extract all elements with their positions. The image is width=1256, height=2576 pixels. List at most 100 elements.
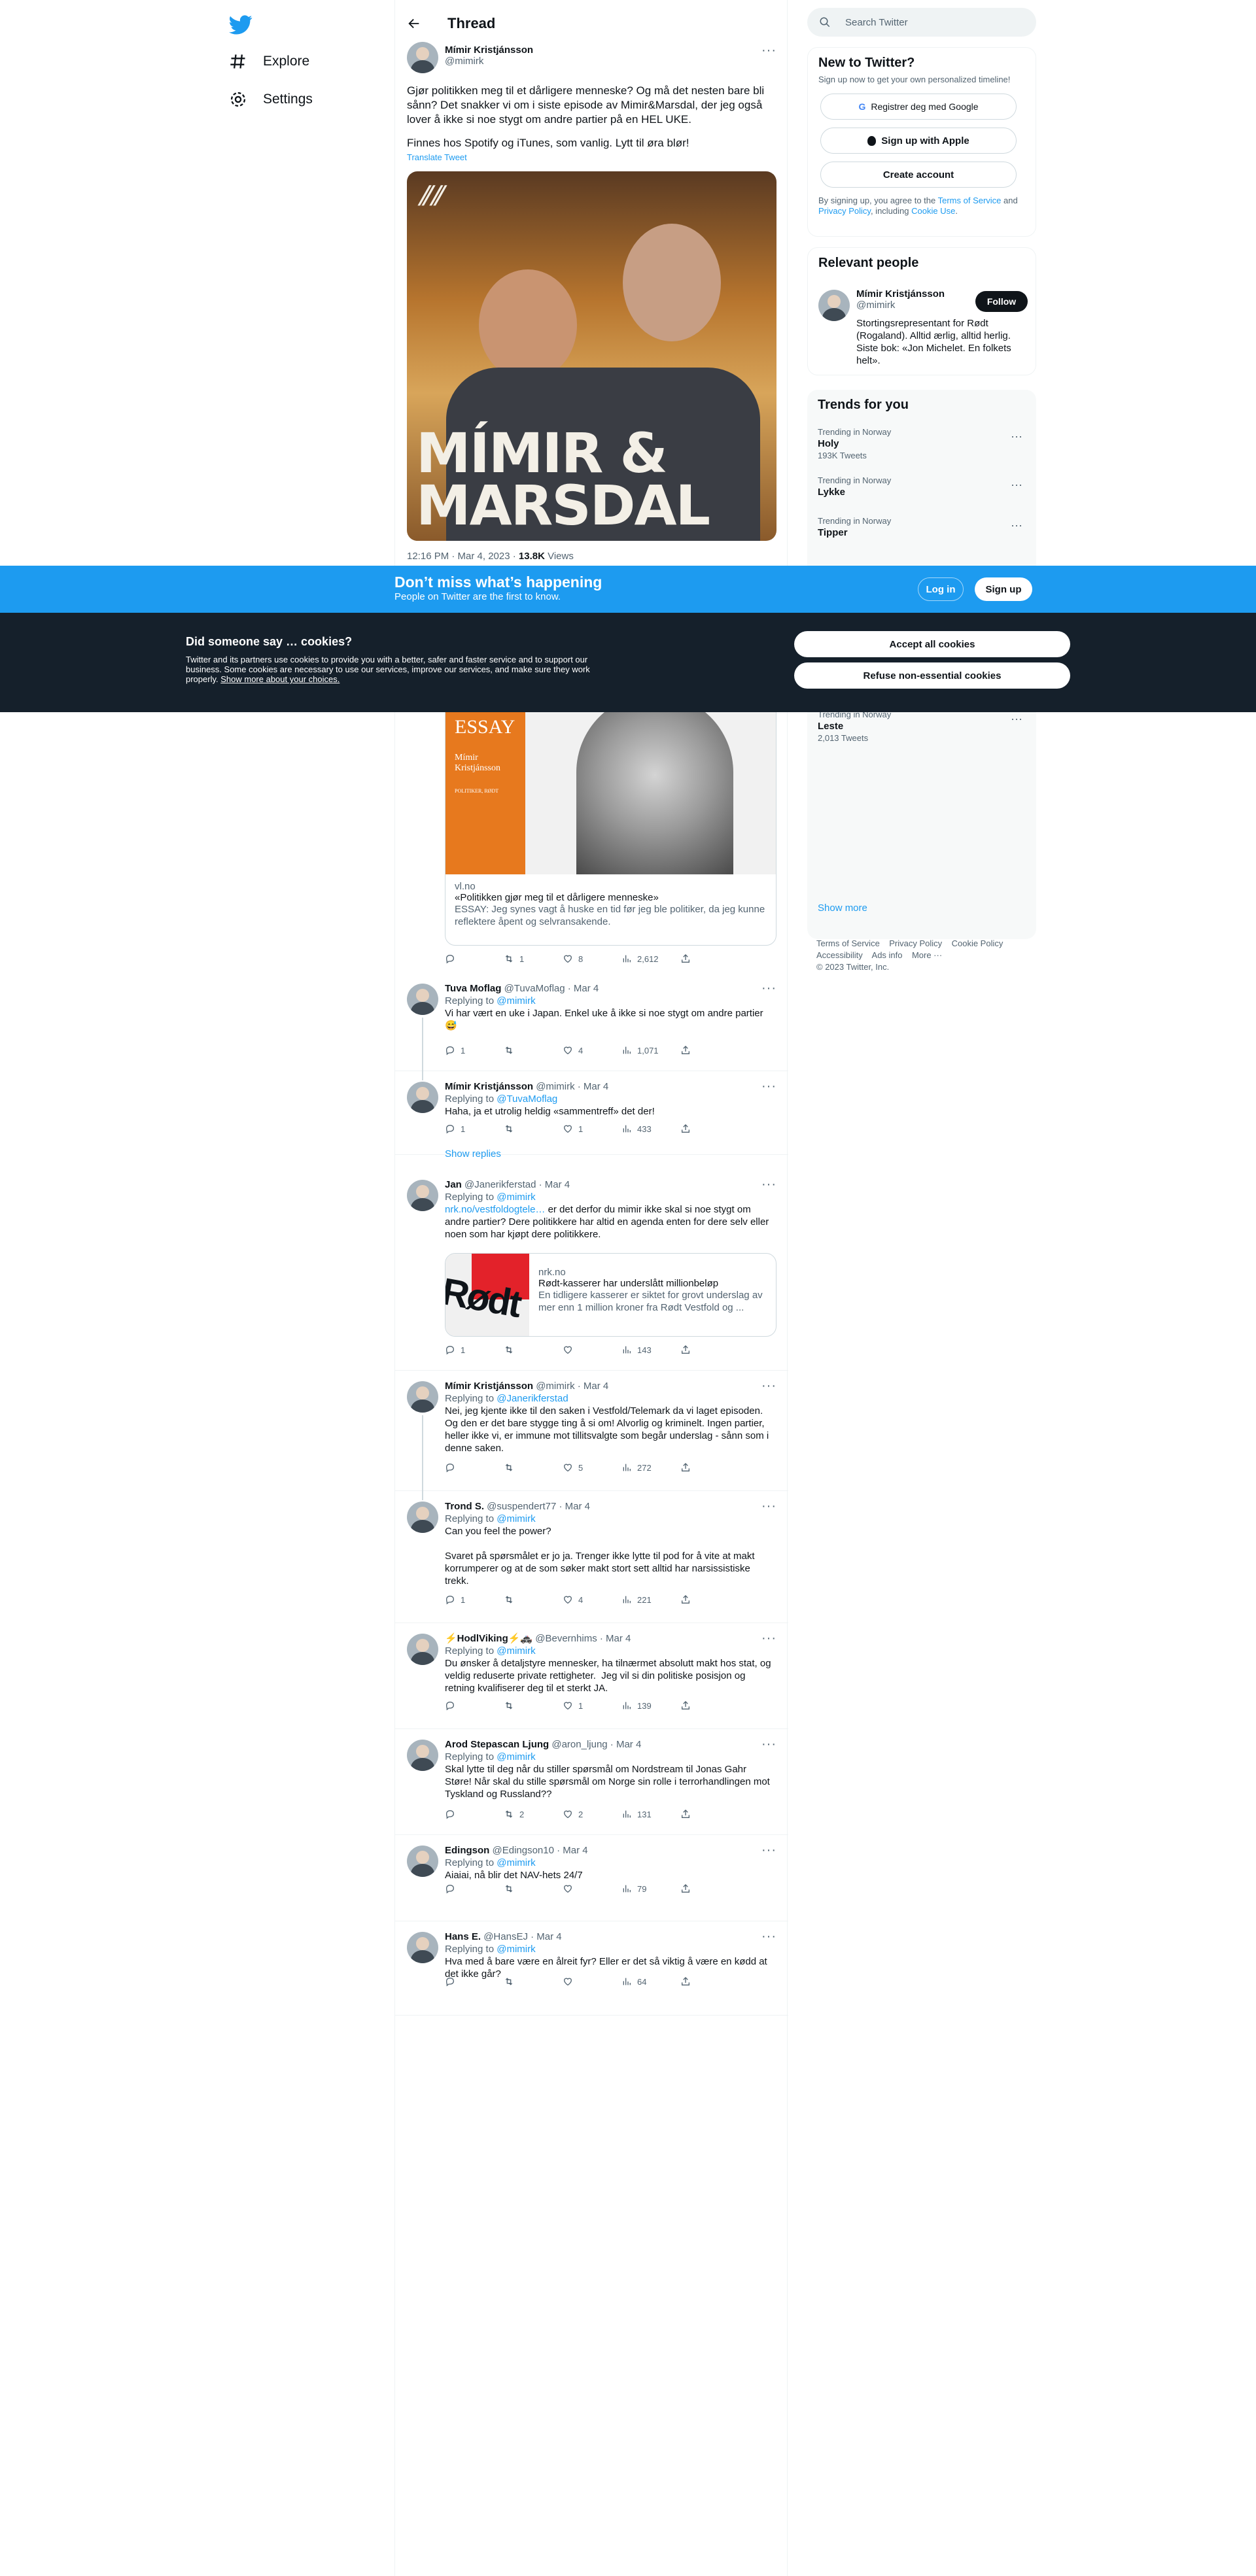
- retweet-button[interactable]: [504, 1345, 563, 1355]
- like-button[interactable]: 2: [563, 1809, 621, 1819]
- views-button[interactable]: 143: [621, 1345, 680, 1355]
- avatar[interactable]: [407, 1381, 438, 1413]
- avatar[interactable]: [407, 42, 438, 73]
- share-button[interactable]: [680, 1045, 739, 1056]
- reply-link[interactable]: nrk.no/vestfoldogtele…: [445, 1204, 545, 1215]
- person-avatar[interactable]: [818, 290, 850, 321]
- replying-to-handle[interactable]: @mimirk: [497, 1944, 535, 1955]
- share-button[interactable]: [680, 1345, 739, 1355]
- retweet-button[interactable]: [504, 1594, 563, 1605]
- back-arrow-icon[interactable]: [407, 16, 421, 31]
- footer-row-2[interactable]: Accessibility Ads info More ···: [816, 950, 1003, 961]
- share-button[interactable]: [680, 1462, 739, 1473]
- avatar[interactable]: [407, 1502, 438, 1533]
- views-button[interactable]: 272: [621, 1462, 680, 1473]
- retweet-button[interactable]: [504, 1462, 563, 1473]
- retweet-button[interactable]: [504, 1976, 563, 1987]
- reply-tweet[interactable]: ··· Tuva Moflag @TuvaMoflag · Mar 4 Replyi…: [395, 974, 788, 1080]
- nav-settings[interactable]: Settings: [229, 90, 313, 109]
- replying-to-handle[interactable]: @mimirk: [497, 1857, 535, 1868]
- like-button[interactable]: 8: [563, 953, 621, 964]
- share-button[interactable]: [680, 953, 739, 964]
- share-button[interactable]: [680, 1883, 739, 1894]
- privacy-link[interactable]: Privacy Policy: [818, 206, 871, 216]
- person-info[interactable]: Mímir Kristjánsson @mimirk: [856, 288, 945, 311]
- share-button[interactable]: [680, 1809, 739, 1819]
- signup-button[interactable]: Sign up: [975, 577, 1032, 601]
- terms-link[interactable]: Terms of Service: [938, 196, 1002, 205]
- views-button[interactable]: 433: [621, 1124, 680, 1134]
- reply-tweet[interactable]: ··· Mímir Kristjánsson @mimirk · Mar 4 Rep…: [395, 1372, 788, 1500]
- reply-author-name[interactable]: Trond S.: [445, 1501, 484, 1512]
- like-button[interactable]: 4: [563, 1045, 621, 1056]
- replying-to-handle[interactable]: @mimirk: [497, 1645, 535, 1657]
- reply-button[interactable]: [445, 953, 504, 964]
- retweet-button[interactable]: 2: [504, 1809, 563, 1819]
- avatar[interactable]: [407, 1082, 438, 1113]
- reply-tweet[interactable]: ··· Trond S. @suspendert77 · Mar 4 Replyin…: [395, 1492, 788, 1623]
- show-more-link[interactable]: Show more: [818, 902, 867, 914]
- translate-link[interactable]: Translate Tweet: [407, 152, 467, 162]
- views-button[interactable]: 2,612: [621, 953, 680, 964]
- reply-tweet[interactable]: ··· Hans E. @HansEJ · Mar 4 Replying to @m…: [395, 1923, 788, 2016]
- tweet-image[interactable]: ⫽⫽ MÍMIR & MARSDAL: [407, 171, 776, 541]
- trend-item[interactable]: Trending in Norway Leste 2,013 Tweets ···: [818, 709, 1022, 744]
- reply-author-name[interactable]: Edingson: [445, 1845, 489, 1856]
- reply-tweet[interactable]: ··· Edingson @Edingson10 · Mar 4 Replying …: [395, 1836, 788, 1921]
- more-icon[interactable]: ···: [761, 43, 776, 58]
- share-button[interactable]: [680, 1124, 739, 1134]
- like-button[interactable]: [563, 1883, 621, 1894]
- cookie-choices-link[interactable]: Show more about your choices.: [220, 674, 340, 684]
- views-button[interactable]: 79: [621, 1883, 680, 1894]
- avatar[interactable]: [407, 1846, 438, 1877]
- avatar[interactable]: [407, 1634, 438, 1665]
- trend-item[interactable]: Trending in Norway Lykke ···: [818, 475, 1022, 498]
- avatar[interactable]: [407, 1932, 438, 1963]
- replying-to-handle[interactable]: @mimirk: [497, 1751, 535, 1762]
- reply-author-name[interactable]: Jan: [445, 1179, 462, 1190]
- reply-button[interactable]: 1: [445, 1345, 504, 1355]
- retweet-button[interactable]: [504, 1124, 563, 1134]
- like-button[interactable]: 1: [563, 1700, 621, 1711]
- cookie-link[interactable]: Cookie Use: [911, 206, 955, 216]
- like-button[interactable]: [563, 1345, 621, 1355]
- reply-author-name[interactable]: Hans E.: [445, 1931, 481, 1942]
- reply-author-name[interactable]: Arod Stepascan Ljung: [445, 1739, 549, 1750]
- views-button[interactable]: 139: [621, 1700, 680, 1711]
- more-icon[interactable]: ···: [1011, 430, 1022, 442]
- reply-author-name[interactable]: ⚡HodlViking⚡🚓: [445, 1633, 532, 1644]
- like-button[interactable]: [563, 1976, 621, 1987]
- more-icon[interactable]: ···: [1011, 713, 1022, 725]
- replying-to-handle[interactable]: @mimirk: [497, 1192, 535, 1203]
- views-button[interactable]: 1,071: [621, 1045, 680, 1056]
- login-button[interactable]: Log in: [918, 577, 964, 601]
- more-icon[interactable]: ···: [1011, 479, 1022, 490]
- more-icon[interactable]: ···: [1011, 519, 1022, 531]
- like-button[interactable]: 5: [563, 1462, 621, 1473]
- nav-explore[interactable]: Explore: [229, 52, 309, 71]
- retweet-button[interactable]: [504, 1700, 563, 1711]
- reply-tweet[interactable]: ··· Jan @Janerikferstad · Mar 4 Replying t…: [395, 1171, 788, 1371]
- create-account-button[interactable]: Create account: [820, 162, 1017, 188]
- trend-item[interactable]: Trending in Norway Tipper ···: [818, 515, 1022, 539]
- reply-button[interactable]: 1: [445, 1124, 504, 1134]
- share-button[interactable]: [680, 1594, 739, 1605]
- reply-tweet[interactable]: ··· Mímir Kristjánsson @mimirk · Mar 4 Rep…: [395, 1073, 788, 1155]
- apple-signup-button[interactable]: Sign up with Apple: [820, 128, 1017, 154]
- reply-tweet[interactable]: ··· ⚡HodlViking⚡🚓 @Bevernhims · Mar 4 Repl…: [395, 1624, 788, 1729]
- retweet-button[interactable]: 1: [504, 953, 563, 964]
- search-box[interactable]: Search Twitter: [807, 8, 1036, 37]
- footer-row-1[interactable]: Terms of Service Privacy Policy Cookie P…: [816, 938, 1003, 950]
- replying-to-handle[interactable]: @TuvaMoflag: [497, 1093, 557, 1105]
- replying-to-handle[interactable]: @Janerikferstad: [497, 1393, 568, 1404]
- reply-author-name[interactable]: Mímir Kristjánsson: [445, 1081, 533, 1092]
- views-button[interactable]: 64: [621, 1976, 680, 1987]
- avatar[interactable]: [407, 1740, 438, 1771]
- share-button[interactable]: [680, 1700, 739, 1711]
- reply-button[interactable]: [445, 1462, 504, 1473]
- reply-button[interactable]: [445, 1700, 504, 1711]
- reply-button[interactable]: [445, 1883, 504, 1894]
- replying-to-handle[interactable]: @mimirk: [497, 995, 535, 1006]
- accept-cookies-button[interactable]: Accept all cookies: [794, 631, 1070, 657]
- reply-button[interactable]: [445, 1809, 504, 1819]
